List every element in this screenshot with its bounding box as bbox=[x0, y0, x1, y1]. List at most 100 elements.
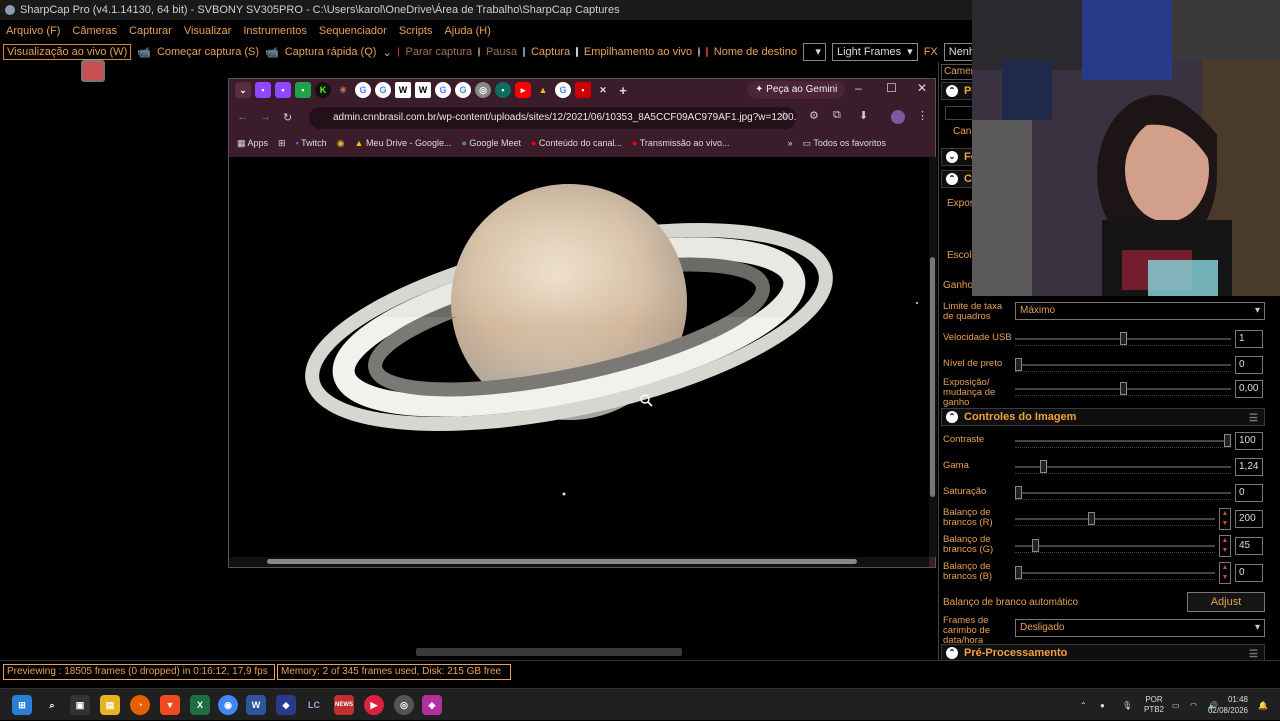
bookmark-live[interactable]: ● Transmissão ao vivo... bbox=[632, 138, 729, 148]
download-icon[interactable]: ⬇ bbox=[859, 109, 868, 122]
forward-icon[interactable]: → bbox=[260, 111, 271, 123]
grid-icon[interactable]: ⊞ bbox=[278, 138, 286, 149]
usb-speed-slider[interactable] bbox=[1015, 332, 1231, 345]
menu-help[interactable]: Ajuda (H) bbox=[444, 25, 490, 37]
tab-close-icon[interactable]: ✕ bbox=[595, 82, 611, 98]
saturation-input[interactable]: 0 bbox=[1235, 484, 1263, 502]
language-indicator[interactable]: POR PTB2 bbox=[1144, 689, 1164, 721]
network-icon[interactable]: ▭ bbox=[1172, 689, 1180, 721]
tab-google-icon[interactable]: G bbox=[435, 82, 451, 98]
image-controls-header[interactable]: ⌃ Controles do Imagem ☰ bbox=[941, 408, 1265, 426]
reload-icon[interactable]: ↻ bbox=[283, 111, 292, 124]
url-input[interactable]: admin.cnnbrasil.com.br/wp-content/upload… bbox=[309, 107, 796, 129]
wb-green-slider[interactable] bbox=[1015, 539, 1215, 552]
tab-kick-icon[interactable]: K bbox=[315, 82, 331, 98]
slider-knob[interactable] bbox=[1224, 434, 1231, 447]
obs-icon[interactable]: ◎ bbox=[394, 695, 414, 715]
tab-google-icon[interactable]: G bbox=[375, 82, 391, 98]
search-icon[interactable]: ⌕ bbox=[42, 695, 62, 715]
media-player-icon[interactable]: ▶ bbox=[364, 695, 384, 715]
pause-button[interactable]: Pausa bbox=[486, 46, 517, 58]
horizontal-scrollbar[interactable] bbox=[229, 557, 929, 567]
tab-search-icon[interactable]: ⌄ bbox=[235, 82, 251, 98]
scroll-thumb[interactable] bbox=[267, 559, 857, 564]
quick-capture-button[interactable]: Captura rápida (Q) bbox=[285, 46, 377, 58]
black-level-slider[interactable] bbox=[1015, 358, 1231, 371]
tab-cnn-icon[interactable]: ▪ bbox=[575, 82, 591, 98]
menu-capture[interactable]: Capturar bbox=[129, 25, 172, 37]
app-icon[interactable]: ◈ bbox=[422, 695, 442, 715]
tray-app-icon[interactable]: ● bbox=[1100, 689, 1105, 721]
menu-icon[interactable]: ☰ bbox=[1249, 411, 1258, 427]
task-view-icon[interactable]: ▣ bbox=[70, 695, 90, 715]
menu-cameras[interactable]: Câmeras bbox=[72, 25, 117, 37]
camera-button[interactable]: Can bbox=[953, 126, 971, 137]
camera-field[interactable] bbox=[945, 106, 975, 120]
frame-rate-limit-select[interactable]: Máximo ▾ bbox=[1015, 302, 1265, 320]
slider-knob[interactable] bbox=[1119, 382, 1127, 395]
tab-google-icon[interactable]: G bbox=[555, 82, 571, 98]
tab-teal-icon[interactable]: ▪ bbox=[495, 82, 511, 98]
tab-wikipedia-icon[interactable]: W bbox=[395, 82, 411, 98]
lc-app-icon[interactable]: LC bbox=[304, 695, 324, 715]
wifi-icon[interactable]: ◠ bbox=[1190, 689, 1197, 721]
microphone-icon[interactable]: 🎙 bbox=[1122, 689, 1132, 721]
bookmark-twitch[interactable]: ▪ Twitch bbox=[296, 138, 327, 148]
notification-bell-icon[interactable]: 🔔 bbox=[1258, 689, 1268, 721]
scroll-thumb[interactable] bbox=[930, 257, 935, 497]
chevron-down-icon[interactable]: ⌄ bbox=[382, 46, 391, 59]
menu-view[interactable]: Visualizar bbox=[184, 25, 232, 37]
wb-red-input[interactable]: 200 bbox=[1235, 510, 1263, 528]
more-menu-icon[interactable]: ⋮ bbox=[917, 109, 928, 122]
usb-speed-input[interactable]: 1 bbox=[1235, 330, 1263, 348]
slider-knob[interactable] bbox=[1015, 566, 1022, 579]
black-level-input[interactable]: 0 bbox=[1235, 356, 1263, 374]
start-capture-button[interactable]: Começar captura (S) bbox=[157, 46, 259, 58]
scroll-thumb[interactable] bbox=[416, 648, 682, 656]
gemini-button[interactable]: ✦ Peça ao Gemini bbox=[747, 81, 846, 99]
bookmark-meet[interactable]: ● Google Meet bbox=[461, 138, 520, 148]
slider-knob[interactable] bbox=[1032, 539, 1040, 552]
news-app-icon[interactable]: NEWS bbox=[334, 695, 354, 715]
wb-red-stepper[interactable]: ▲ ▼ bbox=[1219, 508, 1231, 530]
bookmark-apps[interactable]: ▦ Apps bbox=[237, 138, 268, 149]
saturation-slider[interactable] bbox=[1015, 486, 1231, 499]
tab-google-icon[interactable]: G bbox=[455, 82, 471, 98]
tab-wikipedia-icon[interactable]: W bbox=[415, 82, 431, 98]
bookmark-channel[interactable]: ● Conteúdo do canal... bbox=[531, 138, 622, 148]
tab-green-icon[interactable]: ▪ bbox=[295, 82, 311, 98]
gamma-input[interactable]: 1,24 bbox=[1235, 458, 1263, 476]
tab-drive-icon[interactable]: ▲ bbox=[535, 82, 551, 98]
minimize-icon[interactable]: – bbox=[855, 81, 862, 95]
stop-capture-button[interactable]: Parar captura bbox=[405, 46, 472, 58]
new-tab-icon[interactable]: + bbox=[615, 82, 631, 98]
frame-type-select[interactable]: Light Frames ▾ bbox=[831, 43, 918, 61]
eye-icon[interactable]: ◉ bbox=[337, 138, 345, 149]
tab-globe-icon[interactable]: ◎ bbox=[475, 82, 491, 98]
tab-claude-icon[interactable]: ✳ bbox=[335, 82, 351, 98]
slider-knob[interactable] bbox=[1119, 332, 1127, 345]
app-icon[interactable]: ◆ bbox=[276, 695, 296, 715]
capture-button[interactable]: Captura bbox=[531, 46, 570, 58]
bookmarks-overflow-icon[interactable]: » bbox=[787, 138, 792, 148]
wb-blue-stepper[interactable]: ▲ ▼ bbox=[1219, 562, 1231, 584]
contrast-slider[interactable] bbox=[1015, 434, 1231, 447]
saturn-image[interactable] bbox=[229, 157, 929, 557]
brave-icon[interactable]: ▼ bbox=[160, 695, 180, 715]
close-icon[interactable]: ✕ bbox=[917, 81, 927, 95]
menu-tools[interactable]: Instrumentos bbox=[243, 25, 307, 37]
wb-red-slider[interactable] bbox=[1015, 512, 1215, 525]
wb-green-stepper[interactable]: ▲ ▼ bbox=[1219, 535, 1231, 557]
bookmark-drive[interactable]: ▲ Meu Drive - Google... bbox=[355, 138, 452, 148]
preview-horizontal-scrollbar[interactable] bbox=[0, 646, 930, 658]
puzzle-icon[interactable]: ⧉ bbox=[833, 109, 841, 122]
excel-icon[interactable]: X bbox=[190, 695, 210, 715]
wb-blue-slider[interactable] bbox=[1015, 566, 1215, 579]
slider-knob[interactable] bbox=[1015, 486, 1022, 499]
slider-knob[interactable] bbox=[1015, 358, 1022, 371]
avatar[interactable] bbox=[891, 110, 905, 124]
target-name-select[interactable]: ▾ bbox=[802, 43, 826, 61]
slider-knob[interactable] bbox=[1040, 460, 1048, 473]
pin-icon[interactable] bbox=[81, 60, 105, 82]
tab-youtube-icon[interactable]: ▸ bbox=[515, 82, 531, 98]
